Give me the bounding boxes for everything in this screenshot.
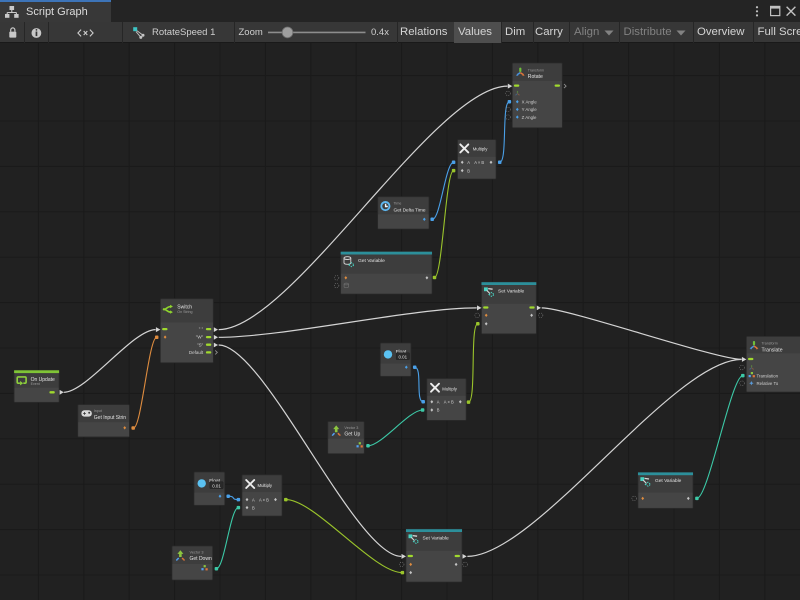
svg-text:X Angle: X Angle: [522, 99, 538, 104]
svg-text:Transform: Transform: [528, 68, 544, 72]
svg-text:A × B: A × B: [259, 497, 269, 502]
svg-text:A: A: [252, 497, 255, 502]
svg-text:B: B: [437, 408, 440, 413]
svg-text:0.01: 0.01: [212, 483, 221, 488]
svg-text:A: A: [467, 160, 470, 165]
svg-text:Time: Time: [394, 201, 402, 205]
svg-text:Set Variable: Set Variable: [498, 289, 525, 295]
svg-text:Get Down: Get Down: [190, 556, 212, 562]
svg-text:B: B: [252, 505, 255, 510]
svg-text:Event: Event: [31, 382, 40, 386]
svg-text:Get Input Strin: Get Input Strin: [94, 415, 126, 421]
svg-text:Y Angle: Y Angle: [522, 107, 538, 112]
svg-text:Get Up: Get Up: [344, 432, 360, 438]
svg-text:Translate: Translate: [762, 347, 783, 353]
svg-text:Get Variable: Get Variable: [655, 478, 682, 484]
svg-text:" ": " ": [199, 327, 204, 332]
svg-text:B: B: [467, 168, 470, 173]
svg-text:"W": "W": [196, 335, 204, 340]
svg-text:Relative To: Relative To: [757, 381, 779, 386]
svg-text:Translation: Translation: [757, 373, 779, 378]
svg-text:Set Variable: Set Variable: [423, 536, 450, 542]
svg-text:Vector 3: Vector 3: [190, 550, 204, 554]
svg-text:0.01: 0.01: [399, 354, 408, 359]
svg-text:Multiply: Multiply: [258, 483, 273, 488]
svg-text:A × B: A × B: [444, 400, 454, 405]
svg-text:Multiply: Multiply: [442, 387, 457, 392]
svg-text:Multiply: Multiply: [473, 146, 488, 151]
svg-text:"S": "S": [197, 342, 204, 347]
svg-text:Input: Input: [94, 409, 102, 413]
svg-text:Vector 3: Vector 3: [344, 426, 358, 430]
svg-text:Rotate: Rotate: [528, 74, 543, 80]
svg-text:A × B: A × B: [474, 160, 484, 165]
svg-text:Default: Default: [189, 350, 204, 355]
svg-text:On String: On String: [177, 310, 192, 314]
svg-text:Z Angle: Z Angle: [522, 115, 537, 120]
svg-text:Get Delta Time: Get Delta Time: [394, 208, 426, 214]
svg-text:A: A: [437, 400, 440, 405]
svg-text:Transform: Transform: [762, 342, 778, 346]
svg-text:Get Variable: Get Variable: [358, 258, 385, 264]
